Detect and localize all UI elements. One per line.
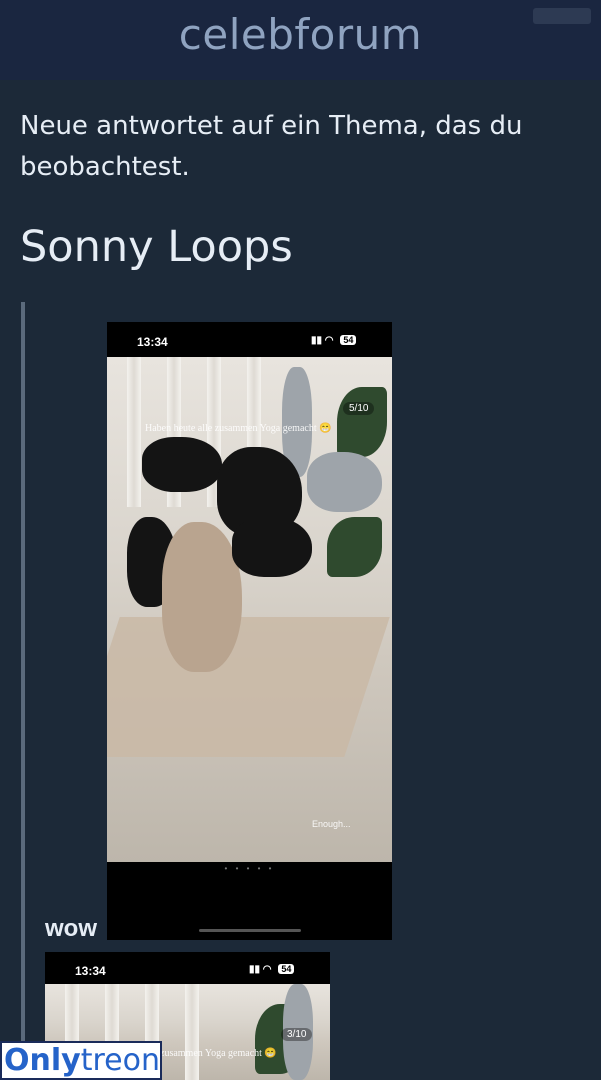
post-message: wow [45,915,97,942]
person [232,517,312,577]
watermark-logo: Onlytreon [0,1041,162,1080]
yoga-photo: 5/10 Haben heute alle zusammen Yoga gema… [107,357,392,862]
plant [337,387,387,457]
status-time: 13:34 [75,964,106,978]
battery-icon: 54 [340,335,357,345]
watermark-part-2: treon [80,1043,160,1078]
watched-thread-notification: Neue antwortet auf ein Thema, das du beo… [20,111,523,182]
wifi-icon: ◠ [262,964,272,975]
home-indicator [199,929,301,932]
page-dots: • • • • • [224,864,275,873]
person [307,452,382,512]
watermark-part-1: Only [4,1043,81,1078]
signal-icon: ▮▮ [249,964,261,975]
quote-bar [21,302,25,1080]
yoga-mat [107,617,390,757]
status-icons: ▮▮ ◠ 54 [249,964,295,975]
curtain [127,357,141,507]
person [162,522,242,672]
blurred-corner-element [533,8,591,24]
wifi-icon: ◠ [324,335,334,346]
story-counter: 5/10 [343,402,375,415]
signal-icon: ▮▮ [311,335,323,346]
top-bar: celebforum [0,0,601,80]
thread-title[interactable]: Sonny Loops [20,222,293,272]
status-time: 13:34 [137,335,168,349]
person [142,437,222,492]
story-overlay-text: Haben heute alle zusammen Yoga gemacht 😁 [145,423,332,434]
story-counter: 3/10 [281,1028,313,1041]
plant [327,517,382,577]
site-logo[interactable]: celebforum [0,10,601,59]
story-caption: Enough... [312,819,351,829]
post-image-1[interactable]: 13:34 ▮▮ ◠ 54 5/10 Haben heute alle zusa… [107,322,392,940]
story-overlay-text: zusammen Yoga gemacht 😁 [160,1048,277,1059]
status-icons: ▮▮ ◠ 54 [311,335,357,346]
curtain [185,984,199,1080]
battery-icon: 54 [278,964,295,974]
